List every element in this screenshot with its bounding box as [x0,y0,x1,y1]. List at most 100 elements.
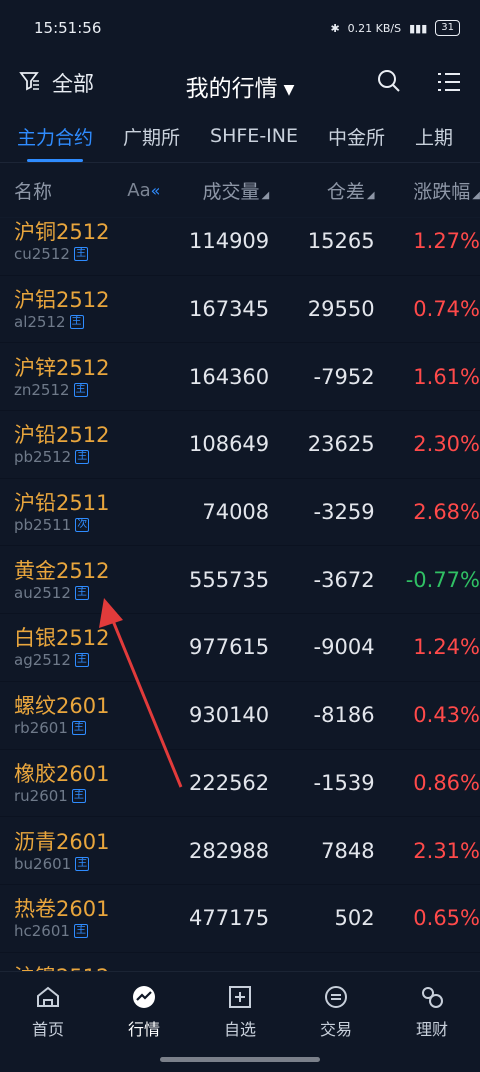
contract-code-line: cu2512 主 [14,245,186,263]
network-speed: 0.21 KB/S [347,21,402,35]
contract-code-line: ru2601 主 [14,787,186,805]
quote-row[interactable]: 沪铝2512 al2512 主 167345 29550 0.74% [0,276,480,344]
page-title[interactable]: 我的行情 ▼ [0,69,480,103]
contract-name: 沪锌2512 [14,355,110,380]
home-indicator[interactable] [160,1057,320,1062]
volume-value: 555735 [188,567,270,592]
menu-button[interactable] [436,69,462,99]
quote-row[interactable]: 沥青2601 bu2601 主 282988 7848 2.31% [0,817,480,885]
market-icon [133,986,155,1008]
contract-cell: 白银2512 ag2512 主 [0,625,186,669]
contract-code: hc2601 [14,922,70,941]
contract-name: 沪铝2512 [14,288,110,313]
column-change[interactable]: 涨跌幅 ◢ [375,177,480,204]
battery-icon: 31 [435,20,460,36]
contract-badge: 主 [73,924,88,939]
contract-code: al2512 [14,313,66,332]
change-value: 2.30% [413,432,480,457]
contract-code-line: rb2601 主 [14,719,186,737]
wealth-icon [422,987,443,1008]
contract-badge: 次 [75,518,90,533]
quote-row[interactable]: 黄金2512 au2512 主 555735 -3672 -0.77% [0,546,480,615]
quote-row[interactable]: 螺纹2601 rb2601 主 930140 -8186 0.43% [0,682,480,750]
column-change-label: 涨跌幅 [413,180,471,203]
tab-shanghai[interactable]: 上期 [415,123,453,150]
contract-badge: 主 [75,856,90,871]
contract-badge: 主 [73,382,88,397]
change-value: 0.74% [413,297,480,322]
sort-icon: ◢ [472,189,480,201]
contract-name: 螺纹2601 [14,694,110,719]
font-size-toggle[interactable]: Aa« [127,180,186,201]
column-volume[interactable]: 成交量 ◢ [186,177,269,204]
watchlist-icon [229,986,251,1008]
column-position-diff[interactable]: 仓差 ◢ [269,177,375,204]
change-value: 2.68% [413,500,480,525]
quote-row[interactable]: 沪铅2511 pb2511 次 74008 -3259 2.68% [0,479,480,547]
quote-row[interactable]: 白银2512 ag2512 主 977615 -9004 1.24% [0,614,480,682]
contract-code: ru2601 [14,786,68,805]
volume-value: 477175 [188,906,270,931]
contract-code: rb2601 [14,719,68,738]
contract-cell: 沪铝2512 al2512 主 [0,287,186,331]
list-menu-icon [438,73,460,91]
nav-wealth-label: 理财 [415,1020,448,1039]
sort-icon: ◢ [366,189,375,201]
contract-code: bu2601 [14,854,72,873]
quote-row[interactable]: 沪铅2512 pb2512 主 108649 23625 2.30% [0,411,480,479]
quote-row[interactable]: 沪锌2512 zn2512 主 164360 -7952 1.61% [0,343,480,412]
change-value: 1.61% [413,364,480,389]
nav-home[interactable]: 首页 [0,972,96,1072]
contract-badge: 主 [71,721,86,736]
quote-row[interactable]: 沪铜2512 cu2512 主 114909 15265 1.27% [0,208,480,276]
volume-value: 108649 [188,432,270,457]
quote-row[interactable]: 橡胶2601 ru2601 主 222562 -1539 0.86% [0,750,480,818]
volume-value: 930140 [188,703,270,728]
volume-value: 222562 [188,770,270,795]
column-volume-label: 成交量 [202,180,260,203]
contract-code: pb2512 [14,448,72,467]
tab-shfe-ine[interactable]: SHFE-INE [210,125,298,147]
column-position-label: 仓差 [326,180,365,203]
position-diff-value: 23625 [307,432,375,457]
volume-value: 282988 [188,838,270,863]
change-value: 0.86% [413,770,480,795]
status-icons: ✱ 0.21 KB/S ▮▮▮ 31 [330,20,460,36]
contract-badge: 主 [71,788,86,803]
app-header: 全部 我的行情 ▼ [0,56,480,110]
search-button[interactable] [376,68,402,98]
quote-row[interactable]: 热卷2601 hc2601 主 477175 502 0.65% [0,885,480,953]
bottom-nav: 首页 行情 自选 交易 理财 [0,971,480,1072]
column-name: 名称 [14,180,53,203]
position-diff-value: -3259 [313,500,375,525]
tab-cffex[interactable]: 中金所 [328,123,385,150]
position-diff-value: 502 [334,906,375,931]
tab-gfex[interactable]: 广期所 [123,123,180,150]
status-time: 15:51:56 [34,19,102,37]
contract-cell: 螺纹2601 rb2601 主 [0,693,186,737]
change-value: 0.65% [413,906,480,931]
nav-trade-label: 交易 [319,1020,352,1039]
status-bar: 15:51:56 ✱ 0.21 KB/S ▮▮▮ 31 [0,0,480,56]
search-icon [378,70,400,92]
sort-icon: ◢ [261,189,270,201]
volume-value: 74008 [202,500,270,525]
quote-row[interactable]: 沪镍2512 ni2512 主 [0,953,480,972]
contract-badge: 主 [74,653,89,668]
double-chevron-left-icon: « [150,180,161,200]
contract-code-line: pb2512 主 [14,448,186,466]
contract-code: pb2511 [14,516,72,535]
contract-name: 沪铅2512 [14,423,110,448]
contract-badge: 主 [69,315,84,330]
change-value: 1.24% [413,635,480,660]
contract-cell: 热卷2601 hc2601 主 [0,896,186,940]
contract-cell: 橡胶2601 ru2601 主 [0,761,186,805]
change-value: -0.77% [405,567,480,592]
tab-main-contracts[interactable]: 主力合约 [17,123,93,162]
home-icon [37,986,59,1007]
contract-code: au2512 [14,583,71,602]
nav-wealth[interactable]: 理财 [384,972,480,1072]
nav-home-label: 首页 [31,1020,64,1039]
change-value: 2.31% [413,838,480,863]
contract-name: 黄金2512 [14,558,110,583]
